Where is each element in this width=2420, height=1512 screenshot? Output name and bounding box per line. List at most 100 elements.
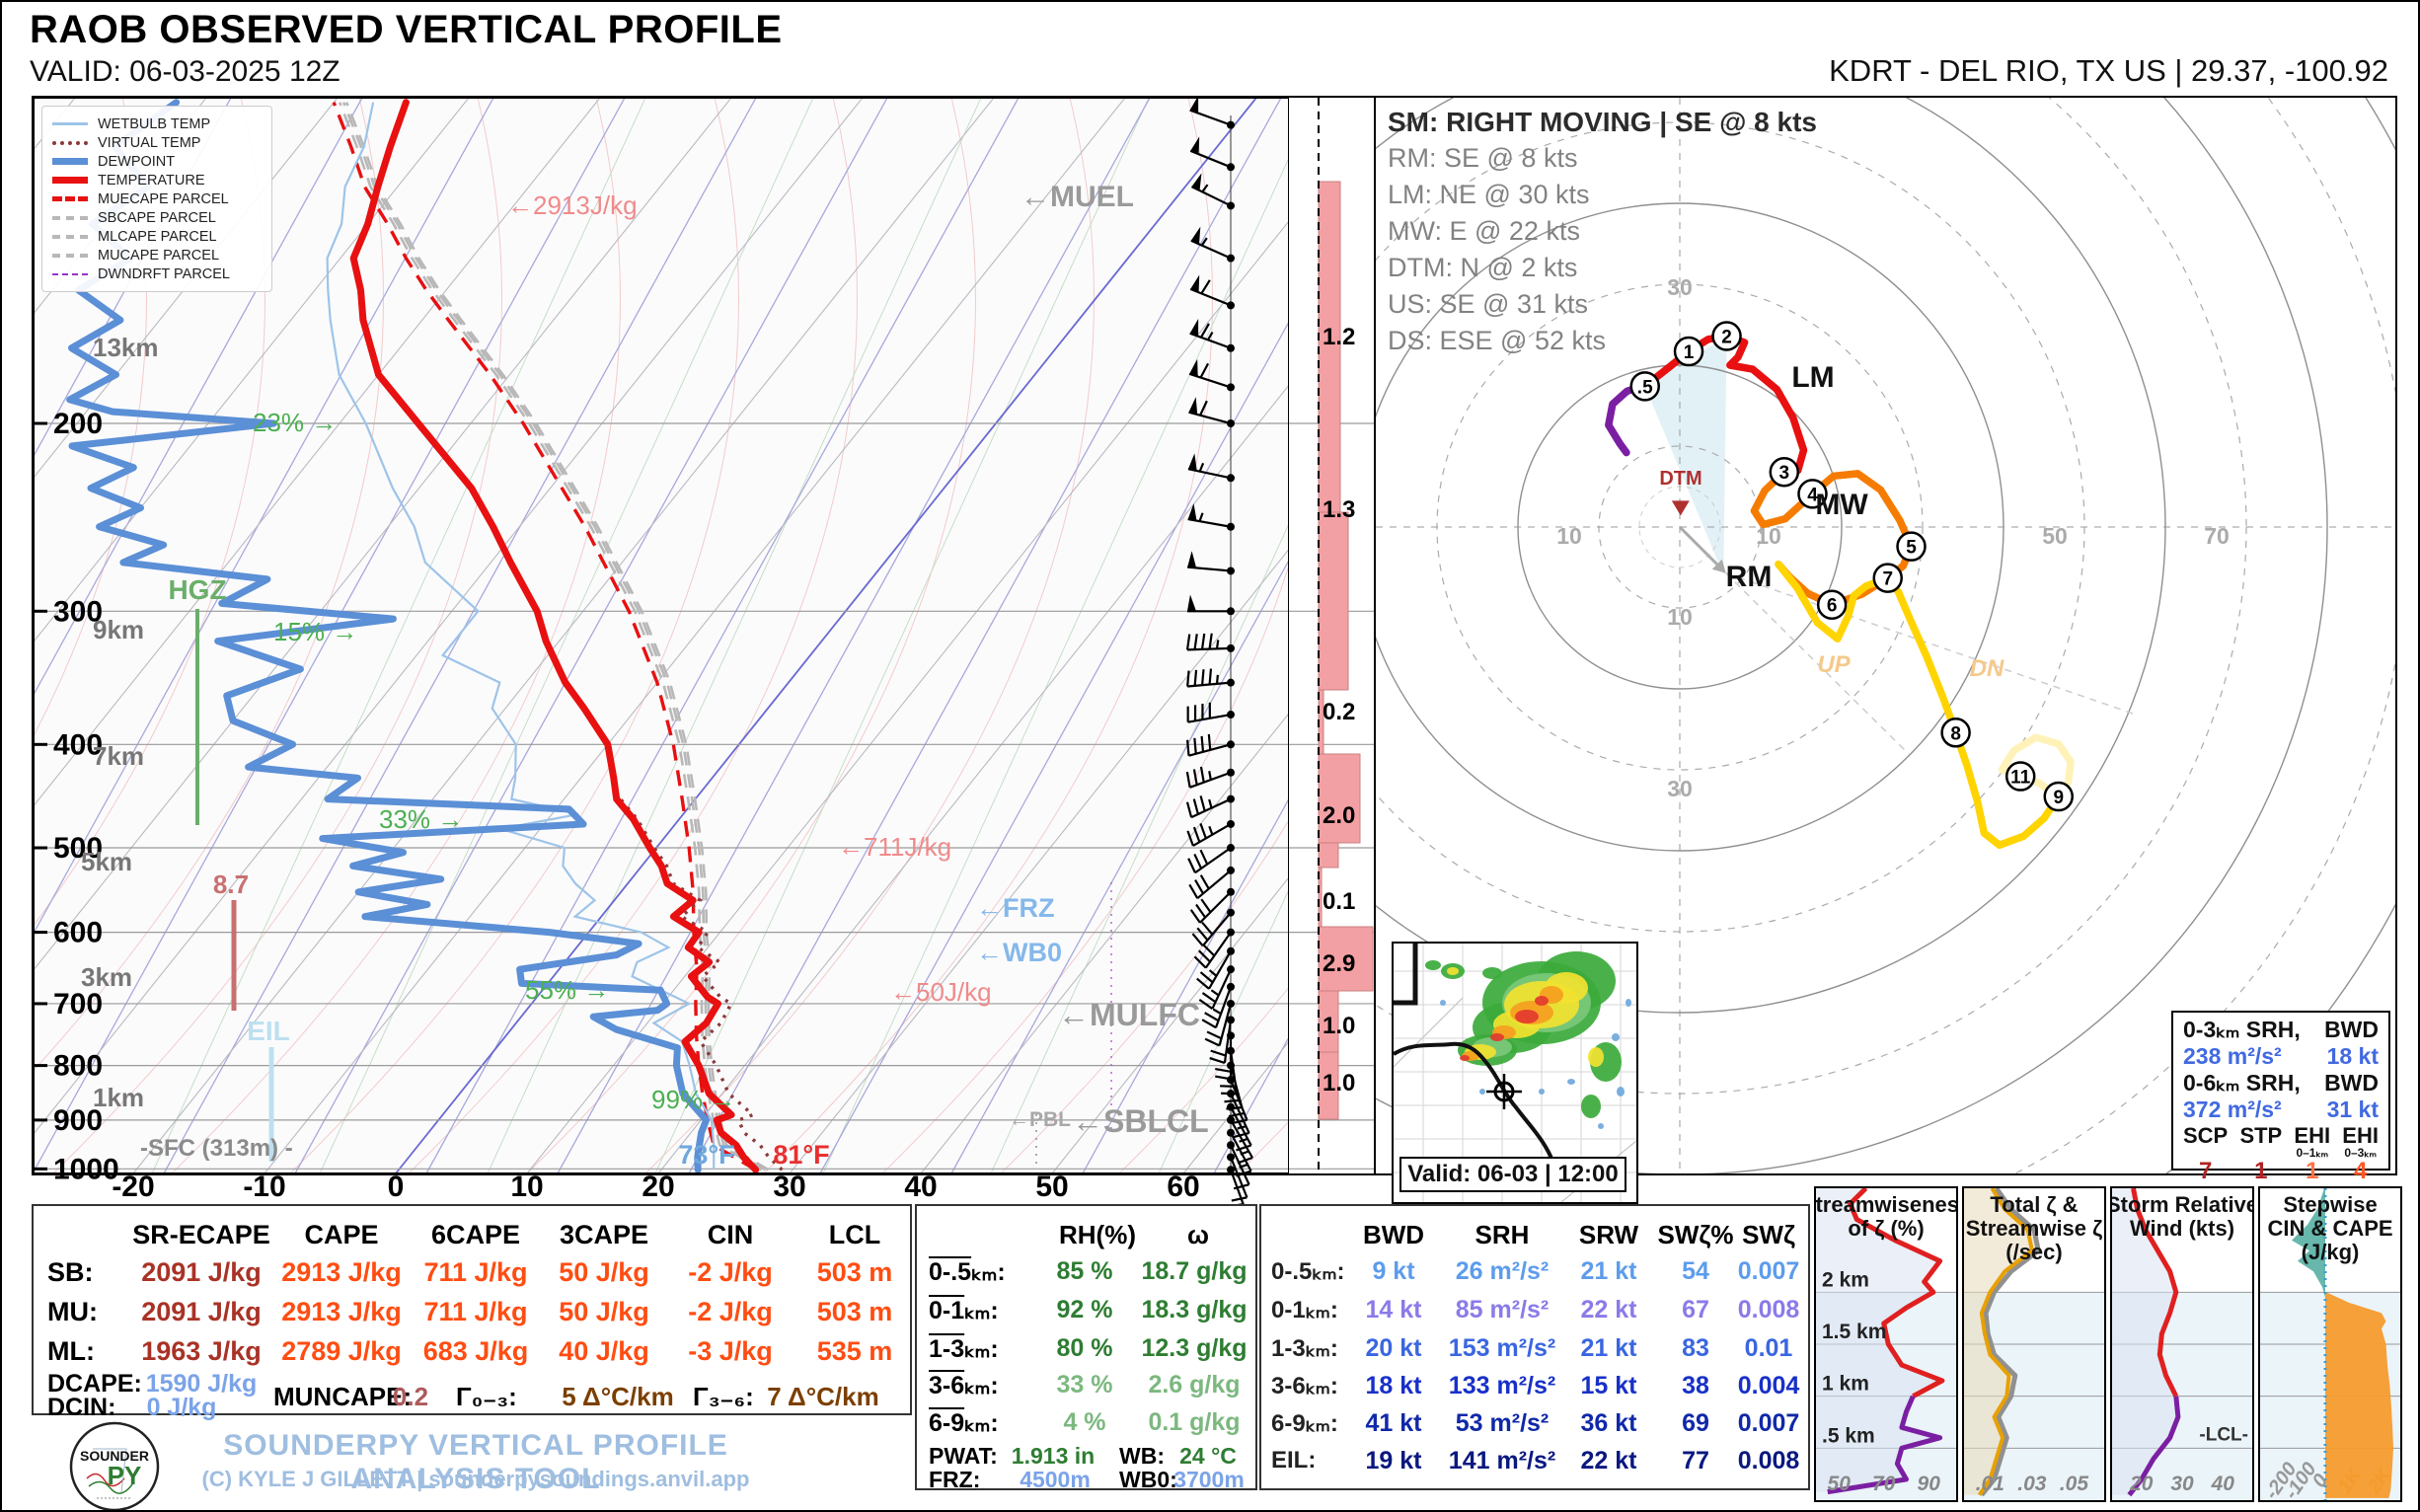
moist-rh-value: 92 % (1057, 1296, 1113, 1324)
storm-motion-block: SM: RIGHT MOVING | SE @ 8 ktsRM: SE @ 8 … (1388, 104, 1817, 359)
svg-text:←MUEL: ←MUEL (1021, 181, 1134, 213)
svg-text:10: 10 (510, 1171, 543, 1203)
wb-value: 24 °C (1179, 1443, 1237, 1470)
srh-box-right: 18 kt (2327, 1043, 2379, 1070)
srh-value: 26 m²/s² (1456, 1257, 1549, 1286)
inset-chart: 203040Storm RelativeWind (kts)-LCL- (2112, 1188, 2252, 1500)
moist-omega-value: 18.7 g/kg (1142, 1257, 1248, 1286)
svg-text:1.2: 1.2 (1323, 324, 1355, 350)
legend-label: SBCAPE PARCEL (98, 210, 216, 226)
legend-swatch (52, 141, 88, 145)
moist-rh-value: 4 % (1063, 1408, 1105, 1437)
inset-panel: .01.03.05Total ζ &Streamwise ζ(/sec) (1962, 1186, 2106, 1502)
legend-swatch (52, 158, 88, 165)
svg-text:55% →: 55% → (525, 975, 609, 1005)
svg-text:Storm Relative: Storm Relative (2112, 1192, 2252, 1217)
frz-label: FRZ: (929, 1467, 980, 1493)
srh-value: 77 (1682, 1447, 1709, 1475)
thermo-value: 2091 J/kg (141, 1297, 262, 1327)
srh-box-left: 0-3ₖₘ SRH, (2183, 1017, 2301, 1043)
srh-value: 14 kt (1366, 1296, 1422, 1324)
sounderpy-logo: SOUNDERPY (67, 1419, 162, 1512)
thermo-value: 2913 J/kg (281, 1257, 402, 1288)
storm-motion-line: RM: SE @ 8 kts (1388, 140, 1817, 177)
srh-box-indices: SCP 7STP 1EHI0–1ₖₘ1EHI0–3ₖₘ4 (2183, 1125, 2379, 1183)
srh-value: 83 (1682, 1334, 1709, 1363)
svg-text:1.0: 1.0 (1323, 1013, 1355, 1039)
thermo-row-label: MU: (47, 1297, 98, 1327)
svg-text:-10: -10 (243, 1171, 285, 1203)
map-valid-label: Valid: 06-03 | 12:00 (1399, 1157, 1626, 1192)
moist-omega-value: 2.6 g/kg (1148, 1371, 1240, 1399)
moist-rh-value: 33 % (1057, 1371, 1113, 1399)
srh-box-row: 238 m²/s² 18 kt (2183, 1043, 2379, 1070)
wb0-label: WB0: (1119, 1467, 1177, 1493)
svg-text:RM: RM (1726, 561, 1773, 593)
srh-row-label: 3-6ₖₘ: (1271, 1372, 1338, 1400)
inset-chart: -200-10001K2KStepwiseCIN & CAPE(J/kg) (2260, 1188, 2400, 1500)
svg-text:2.0: 2.0 (1323, 802, 1355, 829)
legend-label: TEMPERATURE (98, 173, 205, 189)
svg-text:-SFC (313m) -: -SFC (313m) - (140, 1135, 293, 1162)
index-cell: SCP 7 (2183, 1125, 2228, 1183)
svg-text:←SBLCL: ←SBLCL (1072, 1103, 1209, 1139)
svg-text:1 km: 1 km (1822, 1373, 1869, 1396)
svg-text:70: 70 (1872, 1473, 1896, 1495)
index-value: 7 (2183, 1160, 2228, 1183)
srh-box-right: 31 kt (2327, 1096, 2379, 1123)
svg-text:1.5 km: 1.5 km (1822, 1321, 1886, 1343)
svg-text:DN: DN (1970, 655, 2004, 682)
frz-value: 4500m (1020, 1467, 1091, 1493)
svg-text:30: 30 (2170, 1473, 2194, 1495)
thermo-value: 711 J/kg (423, 1257, 527, 1288)
svg-text:23% →: 23% → (253, 408, 337, 437)
legend-swatch (52, 273, 88, 275)
thermo-header: LCL (829, 1220, 880, 1250)
svg-text:6: 6 (1827, 596, 1838, 617)
wb-label: WB: (1119, 1443, 1165, 1470)
legend-item: DEWPOINT (52, 152, 262, 171)
index-label: SCP (2183, 1125, 2228, 1147)
srh-box-row: 372 m²/s²31 kt (2183, 1096, 2379, 1123)
svg-text:HGZ: HGZ (168, 574, 226, 605)
srh-box-row: 0-6ₖₘ SRH,BWD (2183, 1070, 2379, 1096)
omega-strip: 1.21.30.22.00.12.91.01.0 (1289, 96, 1376, 1175)
index-cell: STP 1 (2239, 1125, 2282, 1183)
svg-text:-LCL-: -LCL- (2199, 1424, 2248, 1445)
legend-swatch (52, 122, 88, 125)
srh-value: 85 m²/s² (1456, 1296, 1549, 1324)
storm-motion-line: SM: RIGHT MOVING | SE @ 8 kts (1388, 104, 1817, 140)
srh-row-label: 1-3ₖₘ: (1271, 1334, 1338, 1363)
srh-value: 21 kt (1581, 1257, 1637, 1286)
srh-header: SWζ% (1658, 1220, 1734, 1250)
svg-text:10: 10 (1556, 523, 1582, 549)
svg-text:50: 50 (2042, 523, 2068, 549)
skewt-panel: 200300400500600700800900100013km9km7km5k… (32, 96, 1291, 1175)
thermo-value: 535 m (817, 1336, 893, 1367)
srh-header: SRW (1579, 1220, 1638, 1250)
srh-value: 0.004 (1738, 1372, 1800, 1400)
gamma36-value: 7 Δ°C/km (767, 1382, 878, 1412)
srh-header: SWζ (1742, 1220, 1795, 1250)
srh-value: 18 kt (1366, 1372, 1422, 1400)
svg-text:10: 10 (1667, 604, 1693, 630)
thermo-value: -2 J/kg (688, 1257, 773, 1288)
srh-box-left: 238 m²/s² (2183, 1043, 2282, 1070)
index-value: 1 (2239, 1160, 2282, 1183)
svg-text:0: 0 (388, 1171, 405, 1203)
svg-text:.01: .01 (1976, 1473, 2004, 1495)
svg-text:20: 20 (2129, 1473, 2154, 1495)
legend-item: MLCAPE PARCEL (52, 227, 262, 246)
svg-text:.03: .03 (2017, 1473, 2047, 1495)
thermo-header: 3CAPE (560, 1220, 648, 1250)
srh-row-label: 6-9ₖₘ: (1271, 1409, 1338, 1438)
svg-text:PY: PY (108, 1461, 142, 1490)
moist-omega-value: 0.1 g/kg (1148, 1408, 1240, 1437)
srh-value: 38 (1682, 1372, 1709, 1400)
index-label: EHI (2342, 1125, 2379, 1147)
srh-value: 133 m²/s² (1449, 1372, 1555, 1400)
svg-text:.5: .5 (1637, 377, 1653, 398)
thermo-value: 503 m (817, 1257, 893, 1288)
srh-box-row: 0-3ₖₘ SRH,BWD (2183, 1017, 2379, 1043)
srh-box-left: 0-6ₖₘ SRH, (2183, 1070, 2301, 1096)
